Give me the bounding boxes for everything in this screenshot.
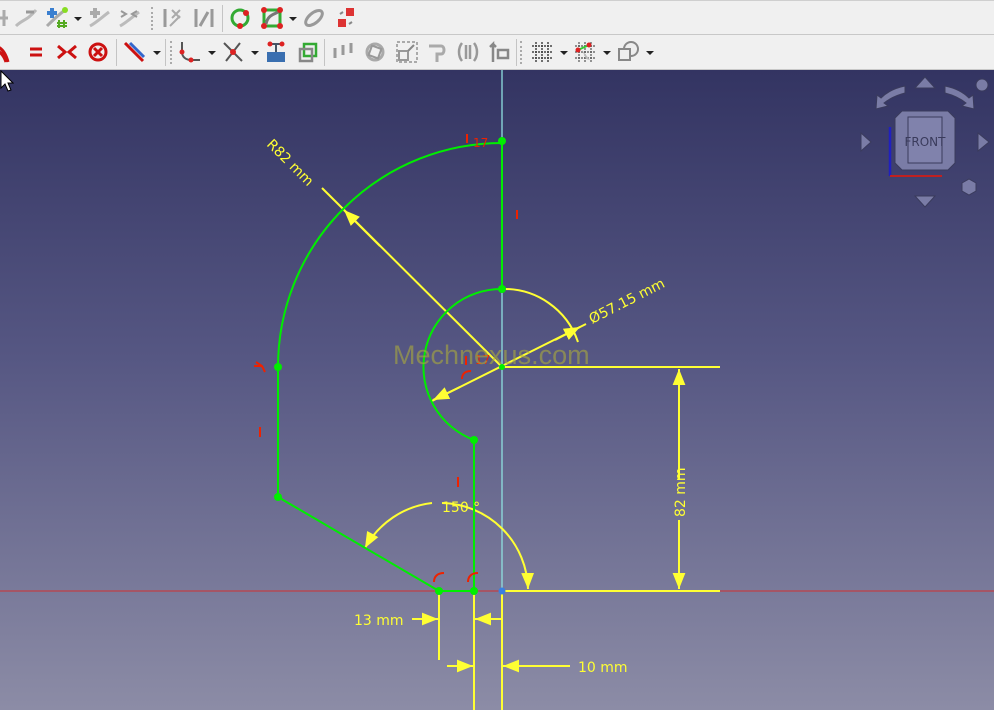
slanted-line[interactable]: [277, 496, 440, 592]
trim-edge-icon[interactable]: [14, 6, 38, 30]
coincident-constraint-icon[interactable]: [433, 572, 445, 583]
block-constraint-icon[interactable]: [86, 40, 110, 64]
join-icon[interactable]: [456, 40, 480, 64]
select-constraints-icon[interactable]: [331, 40, 355, 64]
view-menu-icon[interactable]: [975, 78, 989, 92]
toolbar-grip[interactable]: [520, 41, 522, 64]
diameter-dimension-label[interactable]: Ø57.15 mm: [587, 276, 668, 328]
offset-right-dimension-label[interactable]: 10 mm: [578, 660, 628, 676]
radius-dimension-label[interactable]: R82 mm: [263, 137, 316, 190]
navigation-cube[interactable]: FRONT: [852, 74, 992, 210]
render-order-dropdown-arrow[interactable]: [646, 51, 654, 55]
dimension-lines: [321, 187, 720, 710]
constraint-mode-dropdown-arrow[interactable]: [153, 51, 161, 55]
mirror-icon[interactable]: [425, 40, 449, 64]
mouse-cursor-icon: [0, 70, 14, 92]
equal-constraint-icon[interactable]: [24, 40, 48, 64]
vertex[interactable]: [498, 137, 506, 145]
trim-icon[interactable]: [221, 40, 245, 64]
isometric-view-icon[interactable]: [961, 178, 977, 196]
fillet-dropdown-arrow[interactable]: [208, 51, 216, 55]
tangent-constraint-icon[interactable]: [254, 361, 266, 373]
roll-left-arrow-icon[interactable]: [875, 85, 906, 110]
copy-paste-icon[interactable]: [334, 6, 358, 30]
create-bspline-icon[interactable]: [260, 6, 284, 30]
vertex[interactable]: [498, 285, 506, 293]
sketch-canvas[interactable]: 17 17 R82 mm Ø57.15 mm 82 mm 150 ° 13 mm…: [0, 70, 994, 710]
snap-icon[interactable]: [573, 40, 597, 64]
diameter-arrow-left: [432, 386, 461, 401]
rotate-right-arrow-icon[interactable]: [977, 131, 990, 153]
sketcher-toolbar-row-2: [0, 35, 994, 70]
constraint-label-top: 17: [473, 136, 488, 150]
join-curves-icon[interactable]: [117, 6, 141, 30]
height-dimension-label[interactable]: 82 mm: [673, 467, 689, 517]
vertex[interactable]: [274, 363, 282, 371]
vertex[interactable]: [435, 587, 443, 595]
toolbar-separator: [516, 39, 517, 66]
toolbar-separator: [116, 39, 117, 66]
watermark: Mechnexus.com: [393, 340, 590, 370]
tangent-constraint-icon[interactable]: [0, 40, 18, 64]
select-redundant-icon[interactable]: [363, 40, 387, 64]
angle-arc-left[interactable]: [364, 502, 433, 549]
render-order-icon[interactable]: [616, 40, 640, 64]
symmetric-constraint-icon[interactable]: [55, 40, 79, 64]
bspline-dropdown-arrow[interactable]: [289, 17, 297, 21]
angle-dimension-label[interactable]: 150 °: [442, 500, 480, 516]
cube-face-label: FRONT: [905, 135, 947, 149]
toolbar-separator: [222, 5, 223, 32]
rotate-left-arrow-icon[interactable]: [860, 131, 872, 153]
fillet-icon[interactable]: [178, 40, 202, 64]
toggle-driving-icon[interactable]: [122, 40, 146, 64]
create-circle-icon[interactable]: [228, 6, 252, 30]
extend-dropdown-arrow[interactable]: [74, 17, 82, 21]
grid-icon[interactable]: [530, 40, 554, 64]
origin-point[interactable]: [498, 587, 506, 595]
toolbar-grip[interactable]: [151, 7, 153, 30]
vertex[interactable]: [470, 436, 478, 444]
vertex[interactable]: [470, 587, 478, 595]
rotate-up-arrow-icon[interactable]: [913, 76, 937, 89]
clone-icon[interactable]: [192, 6, 216, 30]
extend-edge-icon[interactable]: [45, 6, 69, 30]
roll-right-arrow-icon[interactable]: [944, 85, 975, 110]
coincident-constraint-icon[interactable]: [461, 370, 472, 380]
offset-left-dimension-label[interactable]: 13 mm: [354, 613, 404, 629]
vertex[interactable]: [274, 493, 282, 501]
toolbar-separator: [324, 39, 325, 66]
rectangular-array-icon[interactable]: [395, 40, 419, 64]
convert-bspline-icon[interactable]: [302, 6, 326, 30]
external-geometry-icon[interactable]: [264, 40, 288, 64]
toolbar-separator: [165, 39, 166, 66]
sketcher-tool-partial-icon[interactable]: [0, 6, 14, 30]
toolbar-grip[interactable]: [170, 41, 172, 64]
split-edge-icon[interactable]: [87, 6, 111, 30]
3d-viewport[interactable]: 17 17 R82 mm Ø57.15 mm 82 mm 150 ° 13 mm…: [0, 70, 994, 710]
grid-dropdown-arrow[interactable]: [560, 51, 568, 55]
radius-arrow: [343, 209, 381, 247]
symmetry-icon[interactable]: [160, 6, 184, 30]
sketcher-toolbar-row-1: [0, 0, 994, 35]
rotate-down-arrow-icon[interactable]: [913, 195, 937, 208]
snap-dropdown-arrow[interactable]: [603, 51, 611, 55]
move-icon[interactable]: [488, 40, 512, 64]
carbon-copy-icon[interactable]: [296, 40, 320, 64]
trim-dropdown-arrow[interactable]: [251, 51, 259, 55]
